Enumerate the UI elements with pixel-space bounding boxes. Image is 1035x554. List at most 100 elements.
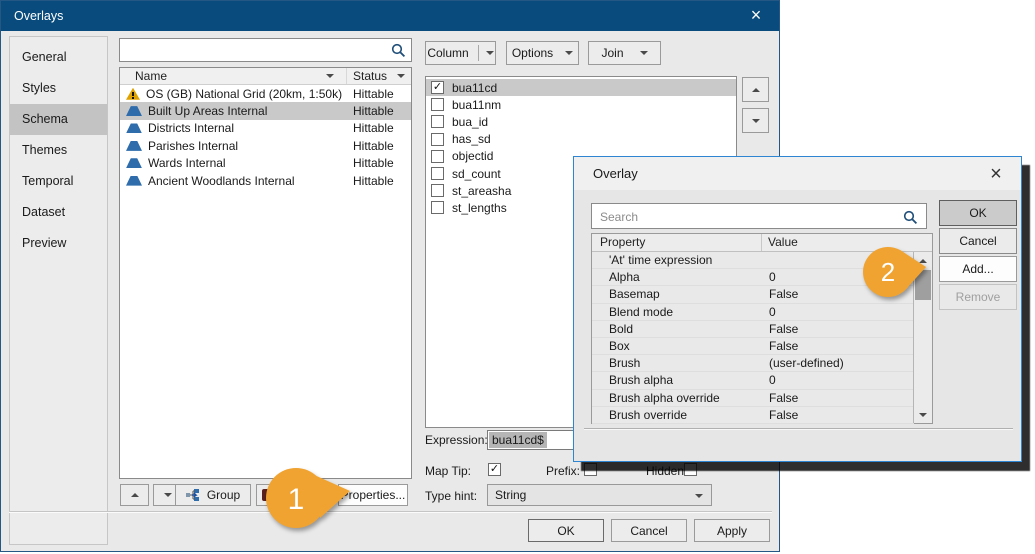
- field-label: objectid: [452, 149, 493, 163]
- overlay-table-body: OS (GB) National Grid (20km, 1:50k) Hitta…: [120, 85, 411, 189]
- search-placeholder: Search: [600, 210, 638, 224]
- ok-button[interactable]: OK: [939, 200, 1017, 226]
- overlay-name-text: Wards Internal: [148, 156, 226, 170]
- arrow-down-icon: [164, 493, 172, 497]
- overlay-name-cell: Parishes Internal: [120, 139, 347, 153]
- column-split-button[interactable]: Column: [425, 41, 496, 65]
- options-dropdown-button[interactable]: Options: [506, 41, 579, 65]
- column-header-name[interactable]: Name: [120, 68, 347, 84]
- sidebar-item-schema[interactable]: Schema: [10, 104, 107, 135]
- list-item-bua11nm[interactable]: bua11nm: [426, 96, 736, 113]
- sidebar-item-themes[interactable]: Themes: [10, 135, 107, 166]
- scroll-down-icon[interactable]: [914, 406, 932, 423]
- group-button[interactable]: Group: [175, 484, 251, 506]
- cancel-button[interactable]: Cancel: [611, 519, 687, 542]
- popup-divider: [584, 428, 1013, 430]
- field-checkbox[interactable]: [431, 98, 444, 111]
- table-row[interactable]: Built Up Areas InternalHittable: [120, 102, 411, 119]
- ok-button[interactable]: OK: [528, 519, 604, 542]
- sidebar-item-dataset[interactable]: Dataset: [10, 197, 107, 228]
- list-item-bua_id[interactable]: bua_id: [426, 113, 736, 130]
- field-checkbox[interactable]: [431, 167, 444, 180]
- property-value-cell: (user-defined): [762, 356, 914, 370]
- overlay-name-cell: Ancient Woodlands Internal: [120, 174, 347, 188]
- field-move-down-button[interactable]: [742, 108, 769, 133]
- property-search-input[interactable]: Search: [591, 203, 927, 229]
- property-row[interactable]: Brush(user-defined): [592, 355, 914, 372]
- field-checkbox[interactable]: [431, 115, 444, 128]
- add-button[interactable]: Add...: [939, 256, 1017, 282]
- field-checkbox[interactable]: [431, 133, 444, 146]
- overlay-status-cell: Hittable: [347, 104, 411, 118]
- sidebar-item-preview[interactable]: Preview: [10, 228, 107, 259]
- property-value-cell: False: [762, 408, 914, 422]
- property-row[interactable]: BoxFalse: [592, 338, 914, 355]
- sidebar-item-general[interactable]: General: [10, 42, 107, 73]
- hidden-checkbox[interactable]: [684, 463, 697, 476]
- prefix-label: Prefix:: [546, 464, 580, 478]
- property-row[interactable]: BoldFalse: [592, 321, 914, 338]
- search-icon: [903, 210, 918, 225]
- property-name-cell: Alpha: [592, 270, 762, 284]
- property-row[interactable]: Brush overrideFalse: [592, 407, 914, 424]
- table-row[interactable]: Ancient Woodlands InternalHittable: [120, 172, 411, 189]
- field-checkbox[interactable]: ✓: [431, 81, 444, 94]
- overlay-status-cell: Hittable: [347, 156, 411, 170]
- chevron-down-icon: [695, 494, 703, 498]
- property-row[interactable]: Brush alpha overrideFalse: [592, 390, 914, 407]
- close-icon[interactable]: ×: [745, 3, 767, 27]
- sidebar-item-styles[interactable]: Styles: [10, 73, 107, 104]
- column-header-property[interactable]: Property: [592, 234, 762, 251]
- property-value-cell: 0: [762, 373, 914, 387]
- table-row[interactable]: OS (GB) National Grid (20km, 1:50k)Hitta…: [120, 85, 411, 102]
- join-dropdown-button[interactable]: Join: [588, 41, 661, 65]
- overlay-name-text: OS (GB) National Grid (20km, 1:50k): [146, 87, 342, 101]
- column-header-status[interactable]: Status: [347, 68, 411, 84]
- overlay-status-cell: Hittable: [347, 174, 411, 188]
- field-checkbox[interactable]: [431, 184, 444, 197]
- field-checkbox[interactable]: [431, 201, 444, 214]
- typehint-select[interactable]: String: [487, 484, 712, 506]
- typehint-value: String: [495, 488, 526, 502]
- callout-2-badge: 2: [860, 244, 932, 302]
- chevron-down-icon[interactable]: [326, 74, 334, 78]
- footer-divider: [9, 511, 772, 513]
- chevron-down-icon[interactable]: [486, 51, 494, 55]
- overlay-name-text: Parishes Internal: [148, 139, 238, 153]
- table-row[interactable]: Wards Internal Hittable: [120, 155, 411, 172]
- overlay-dialog-titlebar: Overlay ×: [574, 157, 1021, 190]
- property-value-cell: False: [762, 339, 914, 353]
- property-row[interactable]: Brush alpha0: [592, 372, 914, 389]
- field-checkbox[interactable]: [431, 150, 444, 163]
- arrow-down-icon: [752, 119, 760, 123]
- overlay-name-cell: Built Up Areas Internal: [120, 104, 347, 118]
- table-row[interactable]: Districts InternalHittable: [120, 120, 411, 137]
- prefix-checkbox[interactable]: [584, 463, 597, 476]
- property-name-cell: Box: [592, 339, 762, 353]
- field-move-up-button[interactable]: [742, 77, 769, 102]
- layer-icon: [126, 106, 142, 116]
- overlay-dialog-title: Overlay: [593, 166, 638, 181]
- maptip-checkbox[interactable]: ✓: [488, 463, 501, 476]
- arrow-up-icon: [752, 88, 760, 92]
- apply-button[interactable]: Apply: [694, 519, 770, 542]
- sidebar: GeneralStylesSchemaThemesTemporalDataset…: [9, 36, 108, 545]
- chevron-down-icon[interactable]: [397, 74, 405, 78]
- list-item-bua11cd[interactable]: ✓bua11cd: [426, 79, 736, 96]
- move-up-button[interactable]: [120, 484, 149, 506]
- property-name-cell: Basemap: [592, 287, 762, 301]
- table-row[interactable]: Parishes InternalHittable: [120, 137, 411, 154]
- list-item-has_sd[interactable]: has_sd: [426, 131, 736, 148]
- field-label: st_areasha: [452, 184, 511, 198]
- property-name-cell: 'At' time expression: [592, 253, 762, 267]
- cancel-button[interactable]: Cancel: [939, 228, 1017, 254]
- overlay-search-input[interactable]: [119, 38, 412, 62]
- field-label: bua11nm: [452, 98, 501, 112]
- remove-button: Remove: [939, 284, 1017, 310]
- sidebar-item-temporal[interactable]: Temporal: [10, 166, 107, 197]
- property-row[interactable]: Blend mode0: [592, 304, 914, 321]
- property-name-cell: Bold: [592, 322, 762, 336]
- chevron-down-icon: [565, 51, 573, 55]
- callout-1-number: 1: [288, 483, 305, 516]
- close-icon[interactable]: ×: [984, 161, 1008, 187]
